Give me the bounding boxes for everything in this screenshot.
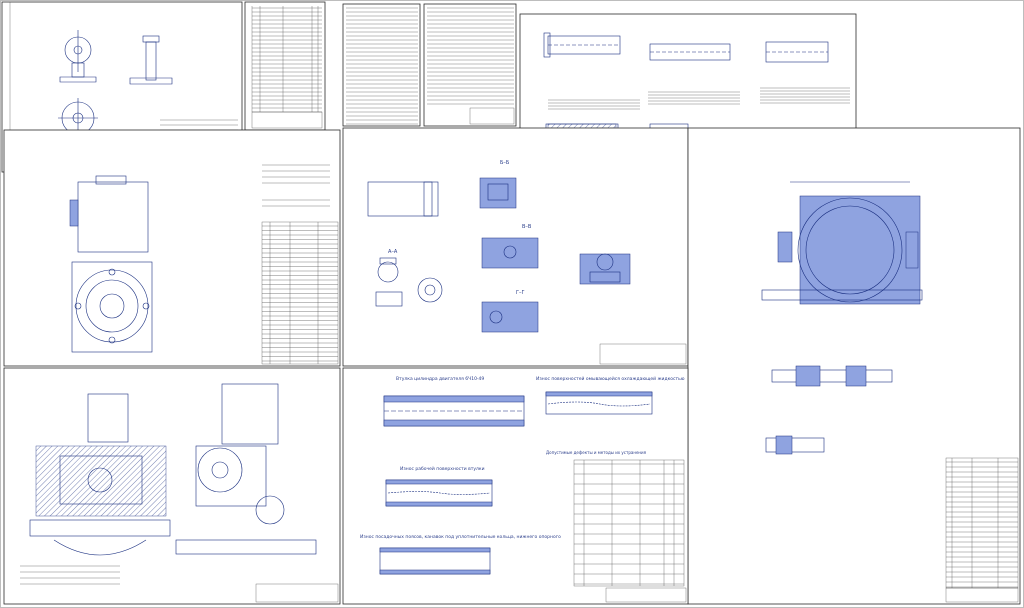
label-section-vv: В–В [522,224,532,230]
bushing-title: Втулка цилиндра двигателя 6Ч10-49 [396,376,484,382]
sheet-cylinder-fixture [687,127,1021,605]
sheet-fixture-views: А–А Б–Б В–В Г–Г [342,127,689,367]
defects-table-title: Допустимые дефекты и методы их устранени… [546,450,647,455]
label-section-bb: Б–Б [500,160,510,166]
sheet-spec-1 [244,1,326,131]
label-section-aa: А–А [388,249,398,255]
label-section-gg: Г–Г [516,290,525,296]
bushing-main-view [383,395,525,427]
engineering-drawing-collage: А–А Б–Б В–В Г–Г Втулка цилиндра двигател… [0,0,1024,608]
sheet-wear-patterns: Втулка цилиндра двигателя 6Ч10-49 Износ … [342,367,689,605]
sheet-spec-2 [342,3,517,127]
sheet-assembly-left [3,129,341,367]
seat-wear-title: Износ посадочных поясов, канавок под упл… [360,534,561,540]
sheet-section-assembly [3,367,341,605]
fixture-right-view [579,253,631,285]
cooling-title: Износ поверхностей омывающейся охлаждающ… [536,375,685,382]
working-surface-title: Износ рабочей поверхности втулки [400,465,485,472]
